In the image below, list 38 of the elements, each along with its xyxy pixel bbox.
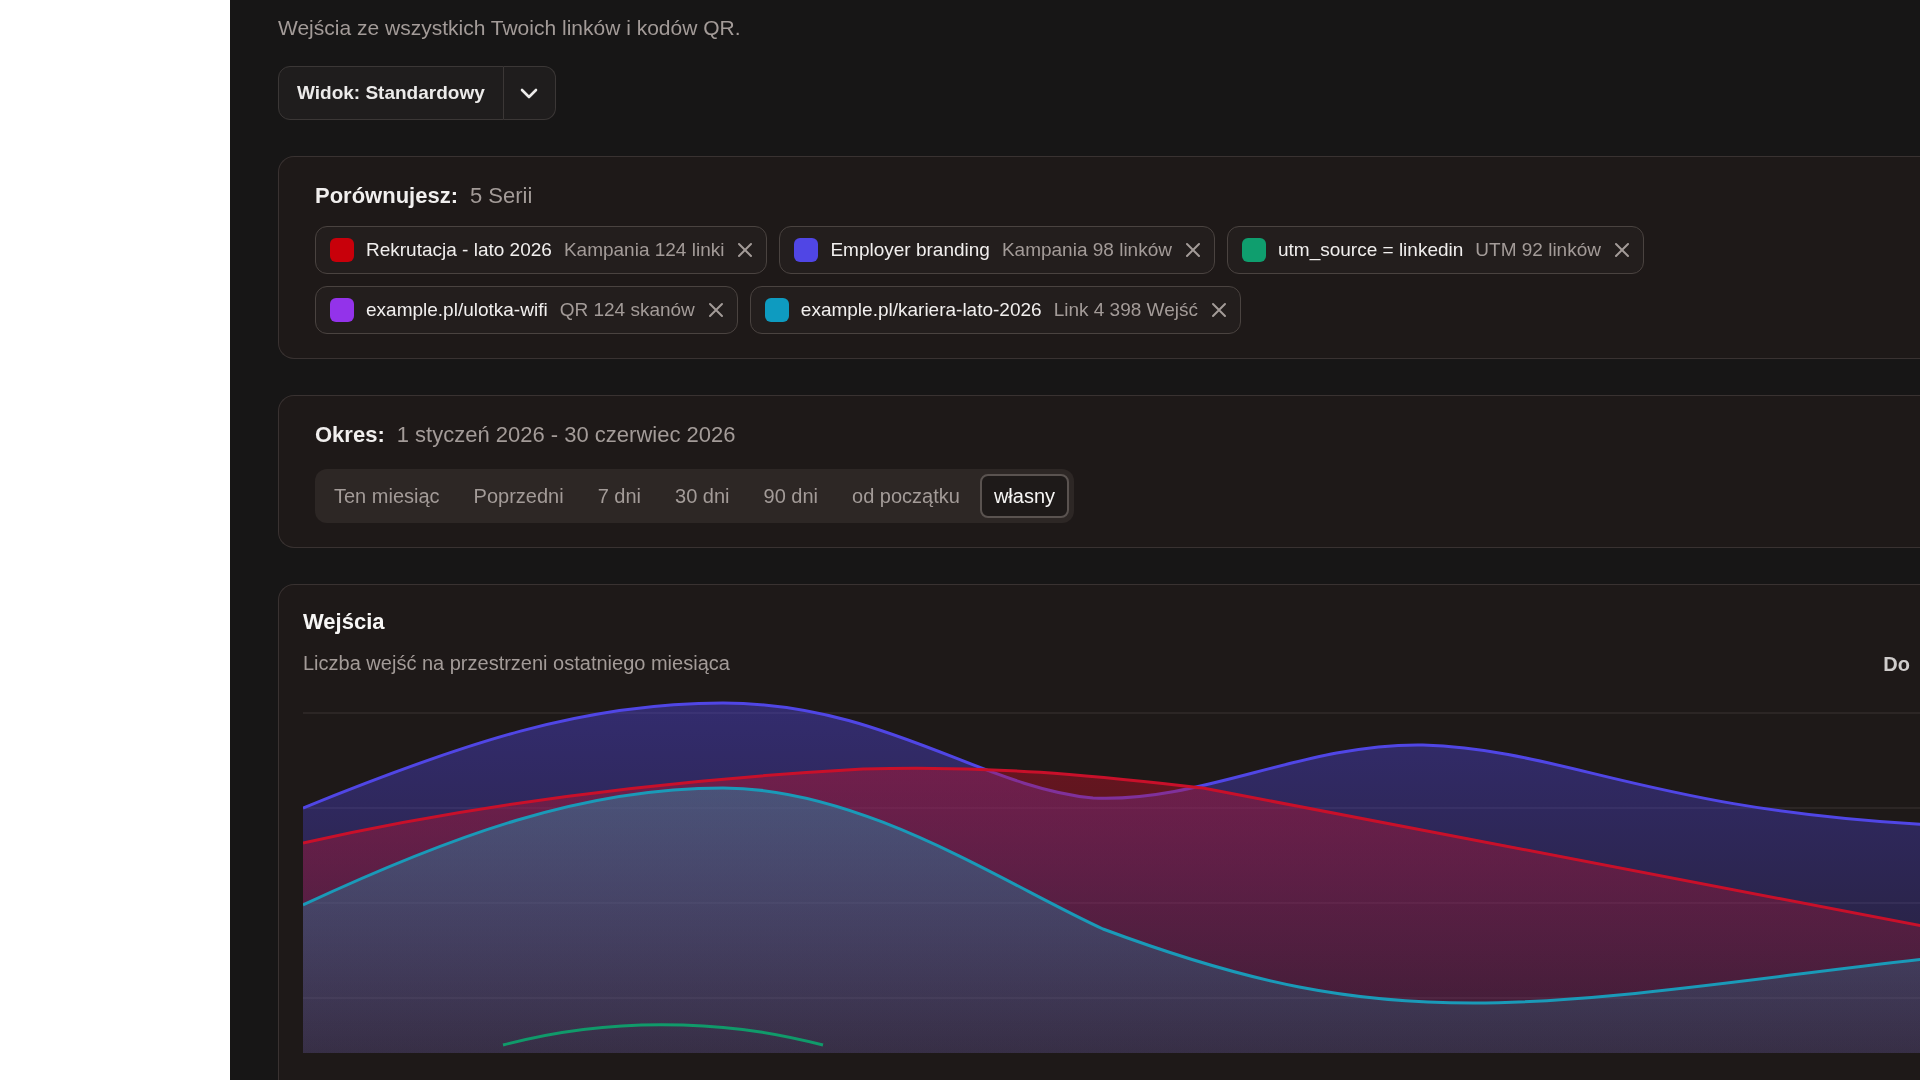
period-label: Okres: [315,421,385,449]
series-name: Rekrutacja - lato 2026 [366,237,552,262]
close-icon [1184,242,1201,258]
series-meta: Kampania 124 linki [563,237,725,262]
series-meta: Link 4 398 Wejść [1053,297,1198,322]
chevron-down-icon [520,87,539,99]
series-count: 5 Serii [470,182,533,210]
close-icon [707,302,724,318]
period-tab[interactable]: własny [979,474,1070,518]
period-tab[interactable]: 90 dni [749,474,833,518]
period-tab[interactable]: 7 dni [583,474,656,518]
chart-subtitle: Liczba wejść na przestrzeni ostatniego miesiąca [303,651,730,676]
remove-chip-button[interactable] [736,241,755,259]
page-subtitle: Wejścia ze wszystkich Twoich linków i kodów QR. [278,15,742,41]
view-select-button[interactable]: Widok: Standardowy [278,66,504,120]
close-icon [1614,242,1630,258]
period-range: 1 styczeń 2026 - 30 czerwiec 2026 [396,421,736,449]
series-name: Employer branding [830,237,990,262]
series-meta: UTM 92 linków [1475,237,1601,262]
chart-title: Wejścia [303,608,386,636]
dropdown-toggle-button[interactable] [503,66,556,120]
period-tab[interactable]: Ten miesiąc [320,474,454,518]
remove-chip-button[interactable] [1209,301,1228,319]
period-tab[interactable]: 30 dni [661,474,744,518]
remove-chip-button[interactable] [1183,241,1202,259]
series-meta: Kampania 98 linków [1001,237,1172,262]
compare-label: Porównujesz: [315,182,458,210]
series-name: example.pl/ulotka-wifi [366,297,548,322]
close-icon [737,242,754,258]
series-name: utm_source = linkedin [1277,237,1464,263]
remove-chip-button[interactable] [1613,241,1631,259]
cut-off-label: Do [1883,652,1910,677]
series-meta: QR 124 skanów [559,297,695,322]
period-tab[interactable]: od początku [838,474,974,518]
period-tab[interactable]: Poprzedni [459,474,578,518]
close-icon [1210,302,1227,318]
series-name: example.pl/kariera-lato-2026 [800,297,1042,322]
remove-chip-button[interactable] [706,301,725,319]
